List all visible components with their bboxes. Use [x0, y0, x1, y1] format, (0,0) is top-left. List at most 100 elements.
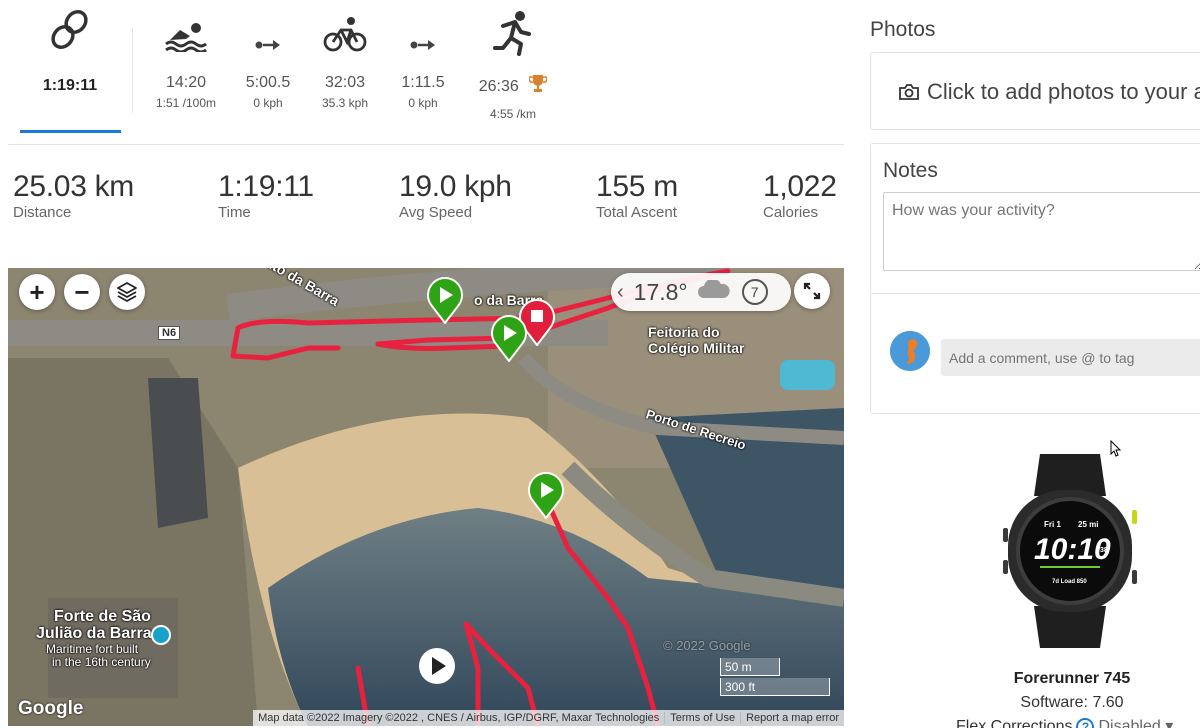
cloud-icon: [696, 278, 732, 306]
stat-value: 1:19:11: [218, 170, 314, 203]
watch-load: 7d Load 850: [1052, 579, 1087, 585]
stat-label: Total Ascent: [596, 204, 677, 221]
fullscreen-button[interactable]: [794, 273, 830, 309]
attribution-text: Map data ©2022 Imagery ©2022 , CNES / Ai…: [258, 712, 660, 724]
summary-stats: 25.03 km Distance 1:19:11 Time 19.0 kph …: [0, 170, 850, 240]
stat-value: 25.03 km: [13, 170, 134, 203]
device-image: Fri 1 25 mi 10:10 38 7d Load 850: [1000, 450, 1140, 657]
help-icon[interactable]: ?: [1076, 718, 1095, 728]
active-tab-indicator: [20, 130, 121, 133]
start-marker-icon[interactable]: [527, 471, 565, 524]
tab-transition-2[interactable]: 1:11.5 0 kph: [391, 0, 455, 110]
map-label: Julião da Barra: [36, 625, 152, 642]
stat-label: Time: [218, 204, 251, 221]
tab-run[interactable]: 26:36 4:55 /km: [468, 0, 558, 121]
tab-bike[interactable]: 32:03 35.3 kph: [313, 0, 377, 110]
segment-sub: 35.3 kph: [321, 96, 369, 110]
segment-tabs: 1:19:11 14:20 1:51 /100m 5:00.5 0 kph 32…: [8, 0, 844, 145]
segment-sub: 0 kph: [253, 96, 283, 110]
segment-main: 32:03: [324, 74, 366, 91]
stat-label: Calories: [763, 204, 819, 221]
stat-calories: 1,022 Calories: [763, 170, 837, 221]
report-map-error-link[interactable]: Report a map error: [740, 712, 844, 724]
photos-title: Photos: [870, 18, 936, 41]
comment-input[interactable]: [941, 339, 1200, 376]
segment-main: 14:20: [165, 74, 207, 91]
chevron-left-icon[interactable]: ‹: [617, 281, 624, 304]
segment-main: 26:36: [468, 74, 558, 99]
stat-label: Avg Speed: [399, 204, 473, 221]
stat-value: 155 m: [596, 170, 678, 203]
map-label: Feitoria do: [648, 324, 720, 340]
segment-main: 5:00.5: [245, 74, 291, 91]
device-software: Software: 7.60: [1020, 694, 1124, 711]
segment-main: 1:11.5: [401, 74, 445, 91]
flex-corrections[interactable]: Flex Corrections? Disabled ▾: [956, 716, 1173, 728]
swim-icon: [151, 0, 221, 60]
add-photos-card[interactable]: Click to add photos to your ac: [870, 52, 1200, 130]
segment-sub: 0 kph: [408, 96, 438, 110]
segment-main: 1:19:11: [42, 77, 98, 94]
run-icon: [468, 0, 558, 64]
segment-sub: 1:51 /100m: [155, 96, 217, 110]
device-name: Forerunner 745: [1013, 670, 1131, 687]
add-photos-link[interactable]: Click to add photos to your ac: [927, 79, 1200, 105]
notes-card: Notes: [870, 143, 1200, 294]
scale-imperial: 300 ft: [720, 678, 830, 696]
zoom-out-button[interactable]: −: [64, 274, 100, 310]
place-marker-icon[interactable]: [151, 625, 171, 645]
trophy-icon: [528, 74, 548, 99]
bike-icon: [313, 0, 377, 60]
start-marker-icon[interactable]: [426, 276, 464, 329]
camera-icon: [899, 84, 919, 105]
multisport-rings-icon: [20, 0, 120, 60]
map-label: in the 16th century: [52, 655, 151, 669]
map-label: Colégio Militar: [648, 340, 745, 356]
stat-value: 19.0 kph: [399, 170, 512, 203]
map-scale: 50 m 300 ft: [720, 658, 830, 696]
map-label: Maritime fort built: [46, 642, 139, 656]
wind-indicator: 7: [741, 279, 768, 305]
avatar: [890, 331, 930, 371]
play-route-button[interactable]: [418, 647, 456, 685]
flex-value: Disabled: [1098, 718, 1161, 728]
tab-swim[interactable]: 14:20 1:51 /100m: [151, 0, 221, 110]
tab-total[interactable]: 1:19:11: [20, 0, 120, 95]
activity-map[interactable]: Alto da Barra o da Barra N6 Feitoria do …: [8, 268, 844, 726]
terms-link[interactable]: Terms of Use: [664, 712, 740, 724]
map-watermark: © 2022 Google: [663, 638, 751, 653]
watch-distance: 25 mi: [1078, 520, 1098, 529]
stat-value: 1,022: [763, 170, 837, 203]
tab-transition-1[interactable]: 5:00.5 0 kph: [236, 0, 300, 110]
activity-main: 1:19:11 14:20 1:51 /100m 5:00.5 0 kph 32…: [0, 0, 850, 728]
start-marker-icon[interactable]: [490, 314, 528, 367]
layers-button[interactable]: [109, 274, 145, 310]
layers-icon: [117, 282, 137, 302]
segment-main-value: 26:36: [478, 78, 519, 95]
stat-distance: 25.03 km Distance: [13, 170, 134, 221]
divider: [132, 28, 133, 113]
google-logo: Google: [18, 698, 84, 719]
segment-sub: 4:55 /km: [489, 107, 537, 121]
watch-date: Fri 1: [1044, 520, 1061, 529]
stat-label: Distance: [13, 204, 72, 221]
transition-icon: [391, 0, 455, 60]
zoom-in-button[interactable]: +: [19, 274, 55, 310]
map-label: Forte de São: [54, 608, 151, 625]
notes-input[interactable]: [883, 192, 1200, 271]
road-badge: N6: [158, 326, 181, 340]
activity-sidebar: Photos Click to add photos to your ac No…: [852, 0, 1200, 728]
chevron-down-icon: ▾: [1165, 718, 1174, 728]
stat-time: 1:19:11 Time: [218, 170, 314, 221]
scale-metric: 50 m: [720, 658, 780, 676]
comment-card: [870, 293, 1200, 414]
flex-dropdown[interactable]: Disabled ▾: [1098, 718, 1173, 728]
weather-temperature: 17.8°: [633, 278, 688, 305]
watch-seconds: 38: [1100, 547, 1108, 554]
stat-avg-speed: 19.0 kph Avg Speed: [399, 170, 512, 221]
notes-title: Notes: [883, 159, 938, 182]
weather-widget[interactable]: ‹ 17.8° 7: [611, 273, 791, 311]
map-attribution: Map data ©2022 Imagery ©2022 , CNES / Ai…: [253, 710, 844, 726]
expand-icon: [803, 282, 821, 300]
stat-ascent: 155 m Total Ascent: [596, 170, 678, 221]
